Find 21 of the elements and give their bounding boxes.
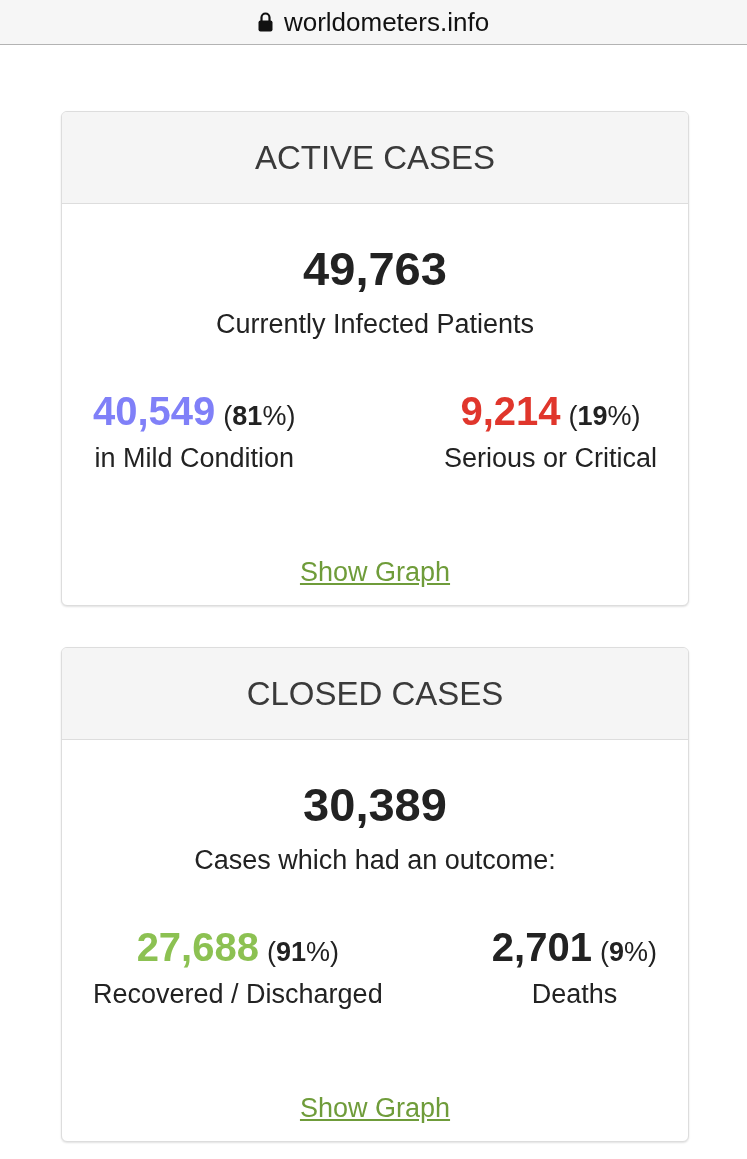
stat-value: 2,701 (491, 924, 592, 970)
caption-text: Currently Infected Patients (215, 308, 535, 341)
card-title: CLOSED CASES (246, 673, 504, 714)
stat-label: Recovered / Discharged (93, 978, 383, 1011)
show-graph-link[interactable]: Show Graph (299, 555, 451, 589)
stat-percentage: (91%) (266, 936, 339, 969)
total-count: 49,763 (303, 241, 447, 297)
total-count: 30,389 (303, 777, 447, 833)
show-graph-link[interactable]: Show Graph (299, 1091, 451, 1125)
stat-label: Serious or Critical (443, 442, 657, 475)
stat-percentage: (19%) (568, 400, 641, 433)
stat-percentage: (9%) (599, 936, 657, 969)
caption-text: Cases which had an outcome: (194, 844, 556, 877)
stat-label: Deaths (531, 978, 618, 1011)
stat-value: 27,688 (136, 924, 259, 970)
stat-value: 9,214 (460, 388, 561, 434)
url-text: worldometers.info (283, 5, 490, 38)
card-title: ACTIVE CASES (254, 137, 496, 178)
stat-label: in Mild Condition (94, 442, 294, 475)
stat-value: 40,549 (93, 388, 216, 434)
stat-percentage: (81%) (223, 400, 296, 433)
